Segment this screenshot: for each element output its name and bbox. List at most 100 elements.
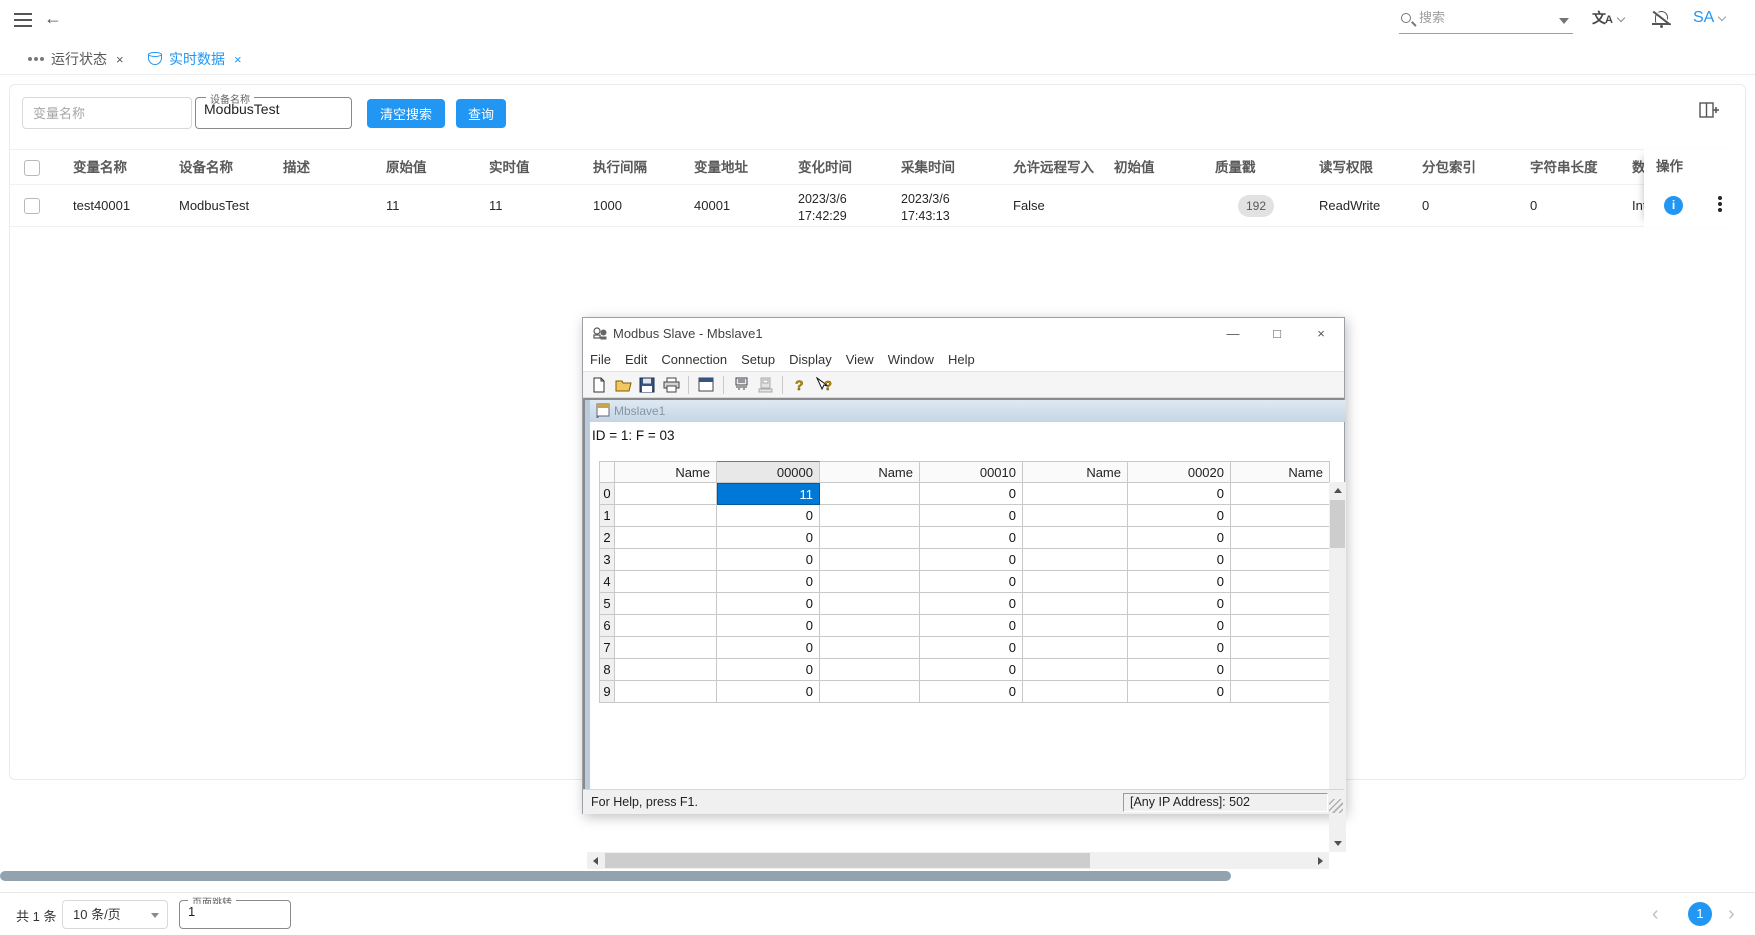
menu-setup[interactable]: Setup	[734, 349, 782, 370]
modbus-grid-cell[interactable]	[615, 571, 717, 593]
page-jump-input[interactable]	[188, 904, 282, 919]
modbus-grid-cell[interactable]	[1023, 659, 1128, 681]
modbus-grid-cell[interactable]: 0	[1128, 527, 1231, 549]
modbus-grid-cell[interactable]	[1023, 505, 1128, 527]
modbus-grid-cell[interactable]: 0	[920, 527, 1023, 549]
modbus-grid-cell[interactable]	[615, 483, 717, 505]
back-arrow-icon[interactable]: ←	[44, 8, 62, 29]
close-icon[interactable]: ×	[234, 52, 242, 67]
tab-realtime-data[interactable]: 实时数据 ×	[148, 47, 242, 71]
horizontal-scrollbar[interactable]	[587, 852, 1329, 869]
modbus-grid-cell[interactable]	[820, 549, 920, 571]
menu-window[interactable]: Window	[881, 349, 941, 370]
modbus-grid-cell[interactable]: 0	[920, 681, 1023, 703]
next-page-icon[interactable]: ›	[1728, 903, 1735, 926]
modbus-grid-cell[interactable]	[1023, 593, 1128, 615]
modbus-grid-cell[interactable]	[1023, 571, 1128, 593]
modbus-grid-cell[interactable]	[1023, 483, 1128, 505]
modbus-grid-cell[interactable]	[820, 681, 920, 703]
modbus-grid-cell[interactable]: 0	[717, 527, 820, 549]
modbus-grid-cell[interactable]	[1231, 571, 1330, 593]
modbus-grid-cell[interactable]: 0	[717, 659, 820, 681]
modbus-grid-cell[interactable]: 0	[920, 615, 1023, 637]
modbus-grid-cell[interactable]: 0	[1128, 549, 1231, 571]
modbus-grid-cell[interactable]	[615, 505, 717, 527]
modbus-grid-cell[interactable]: 0	[717, 593, 820, 615]
connection-device-icon[interactable]	[731, 376, 751, 394]
page-size-select[interactable]: 10 条/页	[62, 900, 168, 929]
modbus-grid-cell[interactable]	[820, 505, 920, 527]
select-all-checkbox[interactable]	[24, 160, 40, 176]
variable-name-input[interactable]	[22, 97, 192, 129]
close-button[interactable]: ×	[1299, 318, 1343, 349]
modbus-grid-cell[interactable]: 0	[717, 615, 820, 637]
context-help-icon[interactable]: ?	[814, 376, 834, 394]
display-definition-icon[interactable]	[696, 376, 716, 394]
modbus-grid-cell[interactable]	[1231, 527, 1330, 549]
modbus-grid-cell[interactable]	[1023, 549, 1128, 571]
modbus-grid-cell[interactable]	[1231, 483, 1330, 505]
modbus-grid-cell[interactable]: 0	[920, 593, 1023, 615]
scroll-right-icon[interactable]	[1312, 852, 1329, 869]
global-search-input[interactable]	[1419, 10, 1539, 25]
close-icon[interactable]: ×	[116, 52, 124, 67]
modbus-grid-cell[interactable]: 0	[920, 549, 1023, 571]
modbus-grid-cell[interactable]	[615, 637, 717, 659]
table-row[interactable]: test40001 ModbusTest 11 11 1000 40001 20…	[10, 185, 1745, 227]
maximize-button[interactable]: □	[1255, 318, 1299, 349]
menu-view[interactable]: View	[839, 349, 881, 370]
query-button[interactable]: 查询	[456, 99, 506, 128]
modbus-grid-cell[interactable]: 0	[717, 549, 820, 571]
menu-connection[interactable]: Connection	[654, 349, 734, 370]
clear-search-button[interactable]: 清空搜索	[367, 99, 445, 128]
modbus-grid-cell[interactable]: 0	[920, 571, 1023, 593]
modbus-grid-cell[interactable]	[820, 527, 920, 549]
row-checkbox[interactable]	[24, 198, 40, 214]
modbus-grid-cell[interactable]	[1231, 615, 1330, 637]
modbus-grid-cell[interactable]: 11	[717, 483, 820, 505]
column-settings-icon[interactable]	[1699, 101, 1719, 121]
open-file-icon[interactable]	[613, 376, 633, 394]
horizontal-scroll-thumb[interactable]	[605, 853, 1090, 868]
modbus-grid-cell[interactable]: 0	[1128, 483, 1231, 505]
modbus-grid-cell[interactable]	[1231, 637, 1330, 659]
modbus-grid-cell[interactable]: 0	[717, 637, 820, 659]
save-icon[interactable]	[637, 376, 657, 394]
modbus-grid-cell[interactable]: 0	[920, 659, 1023, 681]
minimize-button[interactable]: —	[1211, 318, 1255, 349]
modbus-grid-cell[interactable]: 0	[717, 505, 820, 527]
print-icon[interactable]	[661, 376, 681, 394]
modbus-grid-cell[interactable]: 0	[1128, 681, 1231, 703]
modbus-grid-cell[interactable]: 0	[920, 483, 1023, 505]
modbus-grid-cell[interactable]	[1231, 659, 1330, 681]
modbus-grid-cell[interactable]	[1231, 505, 1330, 527]
modbus-grid-cell[interactable]	[820, 615, 920, 637]
notifications-off-icon[interactable]	[1650, 8, 1674, 32]
device-disabled-icon[interactable]	[755, 376, 775, 394]
menu-toggle-icon[interactable]	[14, 13, 32, 27]
scroll-left-icon[interactable]	[587, 852, 604, 869]
modbus-grid-cell[interactable]	[615, 527, 717, 549]
modbus-grid-cell[interactable]: 0	[1128, 505, 1231, 527]
modbus-grid-cell[interactable]	[615, 615, 717, 637]
help-icon[interactable]: ?	[790, 376, 810, 394]
resize-grip[interactable]	[1329, 799, 1343, 813]
modbus-grid-cell[interactable]: 0	[1128, 615, 1231, 637]
modbus-grid-cell[interactable]: 0	[1128, 593, 1231, 615]
modbus-grid-cell[interactable]	[1231, 549, 1330, 571]
modbus-grid-cell[interactable]	[820, 483, 920, 505]
scroll-down-icon[interactable]	[1329, 835, 1346, 852]
user-menu[interactable]: SA	[1693, 9, 1725, 27]
modbus-grid-cell[interactable]	[820, 637, 920, 659]
new-file-icon[interactable]	[589, 376, 609, 394]
device-name-input[interactable]	[204, 101, 342, 117]
modbus-grid-cell[interactable]	[820, 593, 920, 615]
current-page-button[interactable]: 1	[1688, 902, 1712, 926]
modbus-grid-cell[interactable]: 0	[920, 637, 1023, 659]
modbus-grid-cell[interactable]	[1023, 527, 1128, 549]
vertical-scroll-thumb[interactable]	[1330, 500, 1345, 548]
info-icon[interactable]: i	[1664, 196, 1683, 215]
modbus-grid-cell[interactable]: 0	[920, 505, 1023, 527]
modbus-grid-cell[interactable]	[615, 681, 717, 703]
modbus-grid-cell[interactable]	[1231, 681, 1330, 703]
